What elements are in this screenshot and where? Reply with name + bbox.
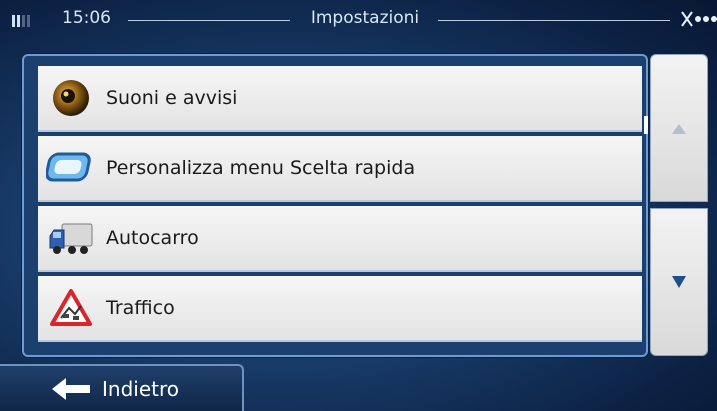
scrollbar-thumb[interactable] <box>644 116 648 134</box>
status-dots-icon <box>695 15 717 25</box>
signal-bars-icon <box>12 15 34 27</box>
arrow-up-icon <box>672 119 686 138</box>
arrow-down-icon <box>672 273 686 292</box>
status-time: 15:06 <box>62 8 111 28</box>
gps-satellite-icon <box>680 10 694 28</box>
traffic-warning-icon <box>44 281 98 335</box>
speaker-icon <box>44 71 98 125</box>
truck-icon <box>44 211 98 265</box>
list-item-label: Traffico <box>106 297 175 319</box>
page-title: Impostazioni <box>310 8 420 28</box>
list-item-personalizza-menu[interactable]: Personalizza menu Scelta rapida <box>38 136 642 202</box>
list-item-label: Autocarro <box>106 227 199 249</box>
title-divider-left <box>128 20 290 21</box>
list-item-label: Personalizza menu Scelta rapida <box>106 157 416 179</box>
status-bar: 15:06 Impostazioni <box>0 0 717 40</box>
list-item-suoni-e-avvisi[interactable]: Suoni e avvisi <box>38 66 642 132</box>
title-divider-right <box>438 20 670 21</box>
list-item-traffico[interactable]: Traffico <box>38 276 642 342</box>
list-item-label: Suoni e avvisi <box>106 87 238 109</box>
scroll-up-button[interactable] <box>650 54 708 202</box>
settings-panel: Suoni e avvisi Personalizza menu Scelta … <box>22 54 648 357</box>
scroll-down-button[interactable] <box>650 208 708 356</box>
list-item-autocarro[interactable]: Autocarro <box>38 206 642 272</box>
back-button-label: Indietro <box>102 376 179 401</box>
shortcut-menu-icon <box>44 141 98 195</box>
arrow-left-icon <box>52 377 92 400</box>
back-button[interactable]: Indietro <box>0 364 244 411</box>
settings-list: Suoni e avvisi Personalizza menu Scelta … <box>38 66 642 348</box>
